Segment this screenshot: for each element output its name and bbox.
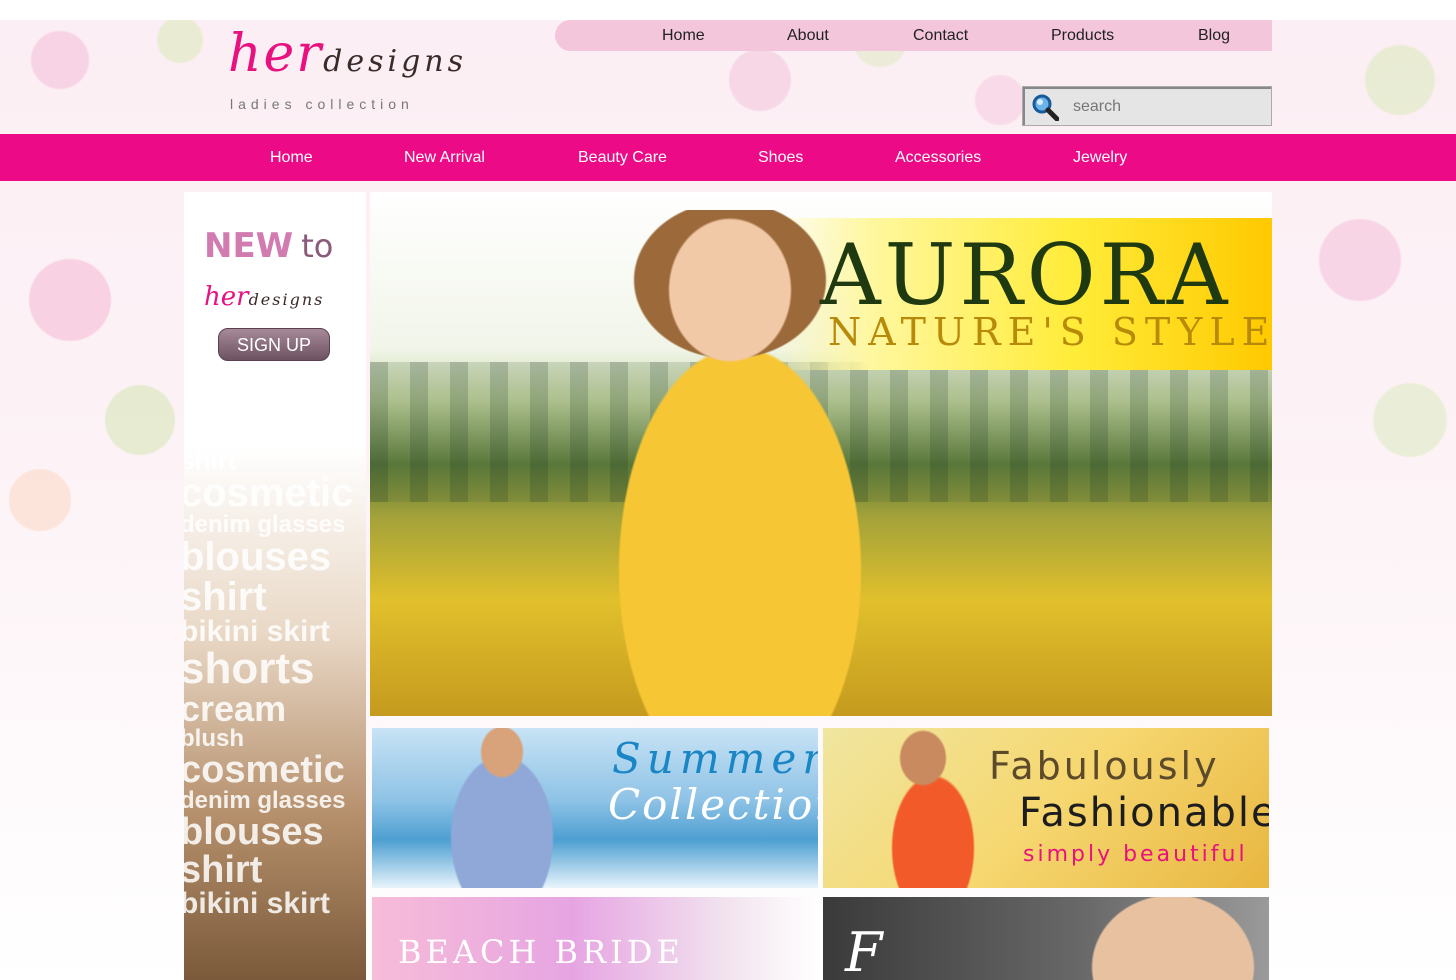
logo-her: her <box>228 24 324 84</box>
beach-bride-tile[interactable]: BEACH BRIDE <box>372 897 818 980</box>
fab-tagline: simply beautiful <box>1023 842 1248 867</box>
cat-nav-beauty-care[interactable]: Beauty Care <box>578 134 667 181</box>
word-cloud-word: bikini skirt <box>184 887 331 920</box>
beach-bride-title: BEACH BRIDE <box>398 933 684 971</box>
fashion-model-image <box>1053 897 1269 980</box>
summer-title-line1: Summer <box>612 734 818 783</box>
hero-subtitle: NATURE'S STYLE <box>828 310 1272 354</box>
fashion-tile[interactable]: F <box>823 897 1269 980</box>
search-icon[interactable] <box>1031 93 1059 121</box>
word-cloud-word: shirt <box>184 849 263 891</box>
top-nav-about[interactable]: About <box>787 20 829 51</box>
sidebar-logo-her: her <box>204 282 249 312</box>
logo-wordmark: herdesigns <box>228 24 467 84</box>
search-box <box>1022 86 1272 126</box>
fab-title-line1: Fabulously <box>989 744 1220 788</box>
fabulously-fashionable-tile[interactable]: Fabulously Fashionable simply beautiful <box>823 728 1269 888</box>
word-cloud-word: shirt <box>184 575 267 619</box>
top-nav-home[interactable]: Home <box>662 20 705 51</box>
word-cloud-word: cream <box>184 688 287 729</box>
signup-sidebar: NEW to herdesigns SIGN UP shirt cosmetic … <box>184 192 366 980</box>
sidebar-to-text: to <box>301 227 334 265</box>
word-cloud-banner[interactable]: shirt cosmetic denim glasses blouses shi… <box>184 447 366 980</box>
cat-nav-shoes[interactable]: Shoes <box>758 134 803 181</box>
word-cloud-word: blouses <box>184 811 324 853</box>
logo-tagline: ladies collection <box>230 96 414 112</box>
cat-nav-jewelry[interactable]: Jewelry <box>1073 134 1127 181</box>
word-cloud-word: denim glasses <box>184 787 346 814</box>
word-cloud-word: cosmetic <box>184 749 345 791</box>
top-nav-contact[interactable]: Contact <box>913 20 968 51</box>
fashion-title: F <box>845 921 883 980</box>
word-cloud-word: shirt <box>184 447 237 475</box>
category-nav: Home New Arrival Beauty Care Shoes Acces… <box>0 134 1456 181</box>
sidebar-logo: herdesigns <box>204 282 324 312</box>
cat-nav-new-arrival[interactable]: New Arrival <box>404 134 485 181</box>
fab-title-line2: Fashionable <box>1019 790 1269 836</box>
word-cloud-word: blush <box>184 725 244 752</box>
summer-model-image <box>442 728 562 888</box>
sidebar-logo-designs: designs <box>248 290 325 309</box>
cat-nav-home[interactable]: Home <box>270 134 313 181</box>
hero-banner[interactable]: AURORA NATURE'S STYLE <box>370 192 1272 716</box>
sidebar-welcome: NEW to <box>204 226 333 266</box>
top-nav-blog[interactable]: Blog <box>1198 20 1230 51</box>
word-cloud-word: bikini skirt <box>184 615 331 648</box>
search-input[interactable] <box>1071 94 1265 120</box>
top-nav-products[interactable]: Products <box>1051 20 1114 51</box>
word-cloud-word: denim glasses <box>184 511 346 538</box>
word-cloud-word: cosmetic <box>184 471 354 515</box>
word-cloud-word: blouses <box>184 535 332 579</box>
cat-nav-accessories[interactable]: Accessories <box>895 134 981 181</box>
summer-collection-tile[interactable]: Summer Collection <box>372 728 818 888</box>
word-cloud-word: shorts <box>184 644 315 693</box>
logo-designs: designs <box>323 44 467 79</box>
top-nav: Home About Contact Products Blog <box>555 20 1272 51</box>
summer-title-line2: Collection <box>608 780 818 829</box>
site-logo[interactable]: herdesigns ladies collection <box>228 24 488 116</box>
top-strip <box>0 0 1456 20</box>
signup-button[interactable]: SIGN UP <box>218 328 330 361</box>
fab-model-image <box>843 728 983 888</box>
sidebar-new-text: NEW <box>204 226 294 266</box>
